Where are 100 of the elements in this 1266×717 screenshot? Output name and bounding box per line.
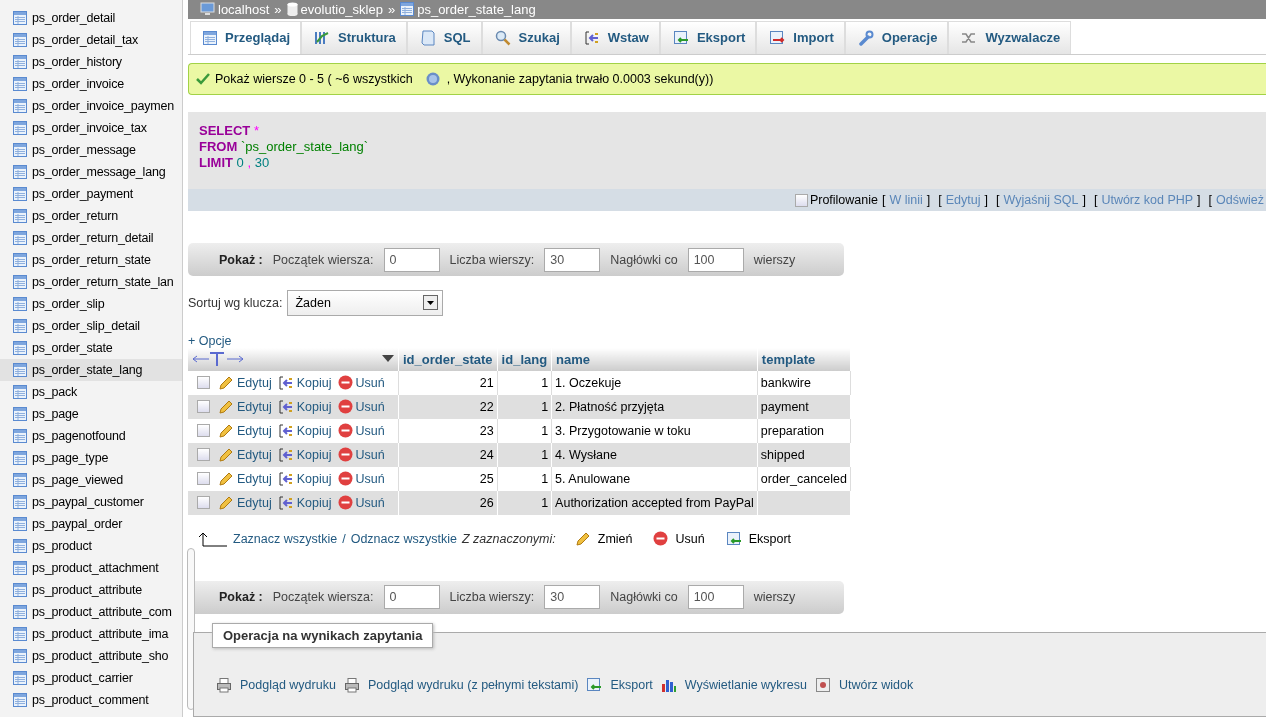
copy-link[interactable]: Kopiuj <box>277 374 332 391</box>
operation-link[interactable]: Eksport <box>586 676 653 693</box>
sidebar-item[interactable]: ps_product <box>0 535 182 557</box>
bulk-action-button[interactable]: Zmień <box>570 530 645 547</box>
row-count-field[interactable]: 30 <box>544 247 601 272</box>
sidebar-item[interactable]: ps_product_attribute_ima <box>0 623 182 645</box>
sidebar-item[interactable]: ps_product_attribute_sho <box>0 645 182 667</box>
breadcrumb-link[interactable]: evolutio_sklep <box>300 1 383 17</box>
sidebar-item[interactable]: ps_product_attachment <box>0 557 182 579</box>
sidebar-item[interactable]: ps_order_invoice_tax <box>0 117 182 139</box>
row-checkbox[interactable] <box>197 448 210 462</box>
tab[interactable]: Wyzwalacze <box>948 20 1072 54</box>
tab[interactable]: Wstaw <box>570 20 660 54</box>
sidebar-item[interactable]: ps_order_slip <box>0 293 182 315</box>
sidebar-item[interactable]: ps_order_detail_tax <box>0 29 182 51</box>
sidebar-item[interactable]: ps_order_payment <box>0 183 182 205</box>
sidebar-item[interactable]: ps_order_detail <box>0 7 182 29</box>
table-icon <box>13 33 27 47</box>
operation-link[interactable]: Podgląd wydruku <box>216 676 336 693</box>
rows-label: wierszy <box>753 590 796 605</box>
sidebar-item[interactable]: ps_pack <box>0 381 182 403</box>
sidebar-item[interactable]: ps_product_carrier <box>0 667 182 689</box>
delete-link[interactable]: Usuń <box>337 471 385 487</box>
sidebar-item[interactable]: ps_order_invoice_paymen <box>0 95 182 117</box>
column-header[interactable]: name <box>551 347 758 371</box>
delete-link[interactable]: Usuń <box>337 375 385 391</box>
column-header[interactable]: id_lang <box>497 347 552 371</box>
table-icon <box>13 165 27 179</box>
copy-link[interactable]: Kopiuj <box>277 470 332 487</box>
edit-link[interactable]: Edytuj <box>218 470 272 487</box>
checkbox[interactable] <box>794 193 808 207</box>
sidebar-item[interactable]: ps_page <box>0 403 182 425</box>
sidebar-item[interactable]: ps_order_return_state <box>0 249 182 271</box>
sidebar-item[interactable]: ps_order_state <box>0 337 182 359</box>
sidebar-item[interactable]: ps_order_message <box>0 139 182 161</box>
sidebar-item[interactable]: ps_page_type <box>0 447 182 469</box>
row-checkbox[interactable] <box>197 424 210 438</box>
tab[interactable]: Przeglądaj <box>190 20 302 54</box>
copy-link[interactable]: Kopiuj <box>277 422 332 439</box>
operation-link[interactable]: Utwórz widok <box>814 676 914 693</box>
tab[interactable]: Struktura <box>301 20 407 54</box>
start-row-field[interactable]: 0 <box>383 247 440 272</box>
sidebar-item[interactable]: ps_product_comment <box>0 689 182 711</box>
sidebar-item[interactable]: ps_paypal_order <box>0 513 182 535</box>
edit-link[interactable]: Edytuj <box>218 374 272 391</box>
sidebar-item[interactable]: ps_order_slip_detail <box>0 315 182 337</box>
sort-dropdown[interactable]: Żaden <box>287 289 444 316</box>
operation-link[interactable]: Podgląd wydruku (z pełnymi tekstami) <box>343 676 579 693</box>
tab[interactable]: SQL <box>406 20 482 54</box>
sidebar-item[interactable]: ps_product_attribute <box>0 579 182 601</box>
bracket-text: [ <box>938 193 942 208</box>
bulk-action-button[interactable]: Usuń <box>649 531 717 547</box>
tab[interactable]: Eksport <box>659 20 757 54</box>
operation-link[interactable]: Wyświetlanie wykresu <box>660 676 807 693</box>
tab[interactable]: Import <box>756 20 845 54</box>
table-cell: payment <box>757 394 851 419</box>
edit-link[interactable]: Edytuj <box>218 494 272 511</box>
sidebar-item[interactable]: ps_order_return <box>0 205 182 227</box>
sidebar-item[interactable]: ps_paypal_customer <box>0 491 182 513</box>
column-header[interactable]: id_order_state <box>398 347 498 371</box>
bracket-text: [ <box>1093 193 1098 208</box>
profiling-label: Profilowanie <box>809 193 878 208</box>
edit-link[interactable]: Edytuj <box>218 398 272 415</box>
tab[interactable]: Szukaj <box>481 20 571 54</box>
tab[interactable]: Operacje <box>844 20 949 54</box>
delete-link[interactable]: Usuń <box>337 495 385 511</box>
sidebar-item[interactable]: ps_order_invoice <box>0 73 182 95</box>
insert-icon <box>583 29 600 46</box>
delete-link[interactable]: Usuń <box>337 399 385 415</box>
copy-link[interactable]: Kopiuj <box>277 494 332 511</box>
sidebar-item[interactable]: ps_page_viewed <box>0 469 182 491</box>
sidebar-item[interactable]: ps_order_return_state_lan <box>0 271 182 293</box>
sidebar-item[interactable]: ps_order_message_lang <box>0 161 182 183</box>
row-checkbox[interactable] <box>197 496 210 510</box>
bulk-action-button[interactable]: Eksport <box>721 530 804 547</box>
sidebar-item[interactable]: ps_order_state_lang <box>0 359 182 381</box>
copy-link[interactable]: Kopiuj <box>277 398 332 415</box>
select-all-link[interactable]: Zaznacz wszystkie <box>233 531 338 546</box>
breadcrumb-link[interactable]: localhost <box>218 1 270 17</box>
copy-link[interactable]: Kopiuj <box>277 446 332 463</box>
delete-link[interactable]: Usuń <box>337 423 385 439</box>
row-checkbox[interactable] <box>197 400 210 414</box>
sidebar-item[interactable]: ps_order_history <box>0 51 182 73</box>
sort-triangle-icon[interactable] <box>382 355 394 364</box>
edit-link[interactable]: Edytuj <box>218 446 272 463</box>
edit-link[interactable]: Edytuj <box>218 422 272 439</box>
headers-every-field[interactable]: 100 <box>687 247 744 272</box>
sidebar-item[interactable]: ps_pagenotfound <box>0 425 182 447</box>
delete-link[interactable]: Usuń <box>337 447 385 463</box>
sidebar-item[interactable]: ps_order_return_detail <box>0 227 182 249</box>
sidebar-item[interactable]: ps_product_attribute_com <box>0 601 182 623</box>
row-checkbox[interactable] <box>197 376 210 390</box>
breadcrumb-link[interactable]: ps_order_state_lang <box>417 1 536 17</box>
row-checkbox[interactable] <box>197 472 210 486</box>
column-header[interactable]: template <box>757 347 851 371</box>
help-icon[interactable] <box>425 72 440 87</box>
table-icon <box>13 407 27 421</box>
column-resize-icon[interactable] <box>192 351 244 368</box>
deselect-all-link[interactable]: Odznacz wszystkie <box>350 531 457 546</box>
options-link[interactable]: + Opcje <box>188 333 232 348</box>
